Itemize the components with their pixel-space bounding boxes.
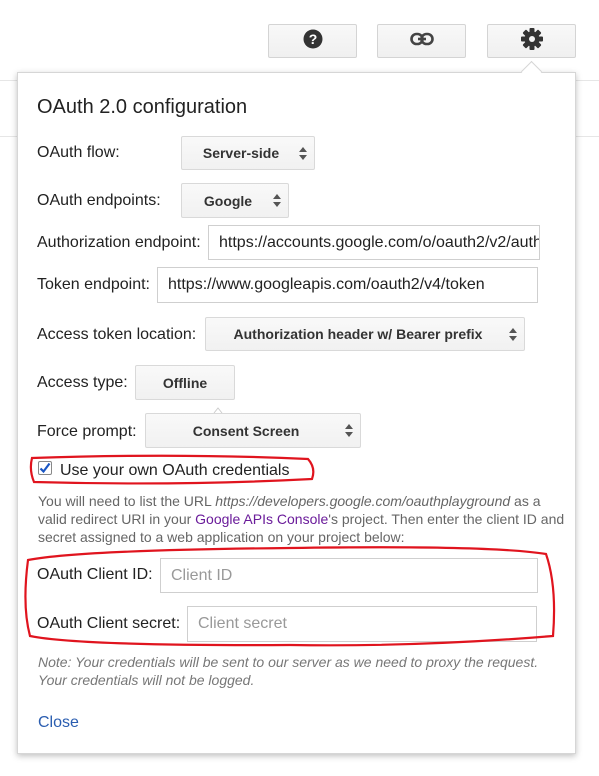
force-prompt-value: Consent Screen	[192, 422, 300, 439]
link-icon	[409, 32, 434, 51]
credentials-note: Note: Your credentials will be sent to o…	[38, 654, 539, 688]
help-button[interactable]: ?	[268, 24, 357, 58]
oauth-endpoints-value: Google	[203, 192, 253, 209]
access-type-select[interactable]: Offline	[135, 365, 235, 400]
google-apis-console-link[interactable]: Google APIs Console	[195, 511, 328, 527]
oauth-endpoints-select[interactable]: Google	[181, 183, 289, 218]
gear-icon	[520, 27, 543, 55]
checkmark-icon	[39, 462, 51, 474]
oauth-flow-value: Server-side	[202, 145, 280, 161]
access-type-label: Access type:	[37, 374, 128, 391]
updown-arrows-icon	[266, 194, 288, 207]
client-secret-input[interactable]: Client secret	[187, 606, 537, 642]
oauth-endpoints-label: OAuth endpoints:	[37, 192, 161, 209]
updown-arrows-icon	[292, 146, 314, 160]
client-secret-label: OAuth Client secret:	[37, 615, 181, 632]
panel-title: OAuth 2.0 configuration	[37, 96, 248, 118]
info-text-1: You will need to list the URL	[38, 493, 216, 509]
link-button[interactable]	[377, 24, 466, 58]
playground-url: https://developers.google.com/oauthplayg…	[215, 493, 511, 509]
client-id-input[interactable]: Client ID	[160, 558, 538, 593]
close-link[interactable]: Close	[38, 714, 79, 732]
oauth-flow-select[interactable]: Server-side	[181, 136, 315, 170]
redirect-uri-info: You will need to list the URL https://de…	[38, 492, 568, 546]
use-own-credentials-checkbox[interactable]	[38, 461, 52, 475]
client-id-label: OAuth Client ID:	[37, 566, 153, 583]
access-type-value: Offline	[162, 374, 208, 391]
help-icon: ?	[303, 29, 323, 54]
force-prompt-label: Force prompt:	[37, 423, 137, 440]
settings-button[interactable]	[487, 24, 576, 58]
use-own-credentials-label[interactable]: Use your own OAuth credentials	[60, 462, 289, 480]
svg-text:?: ?	[308, 31, 317, 47]
access-token-location-value: Authorization header w/ Bearer prefix	[233, 326, 483, 342]
authorization-endpoint-label: Authorization endpoint:	[37, 234, 201, 251]
force-prompt-select[interactable]: Consent Screen	[145, 413, 361, 448]
oauth-flow-label: OAuth flow:	[37, 144, 120, 161]
token-endpoint-input[interactable]: https://www.googleapis.com/oauth2/v4/tok…	[157, 267, 538, 303]
updown-arrows-icon	[338, 424, 360, 437]
access-token-location-select[interactable]: Authorization header w/ Bearer prefix	[205, 317, 525, 351]
access-token-location-label: Access token location:	[37, 326, 197, 343]
authorization-endpoint-input[interactable]: https://accounts.google.com/o/oauth2/v2/…	[208, 225, 540, 260]
updown-arrows-icon	[502, 327, 524, 341]
token-endpoint-label: Token endpoint:	[37, 276, 150, 293]
